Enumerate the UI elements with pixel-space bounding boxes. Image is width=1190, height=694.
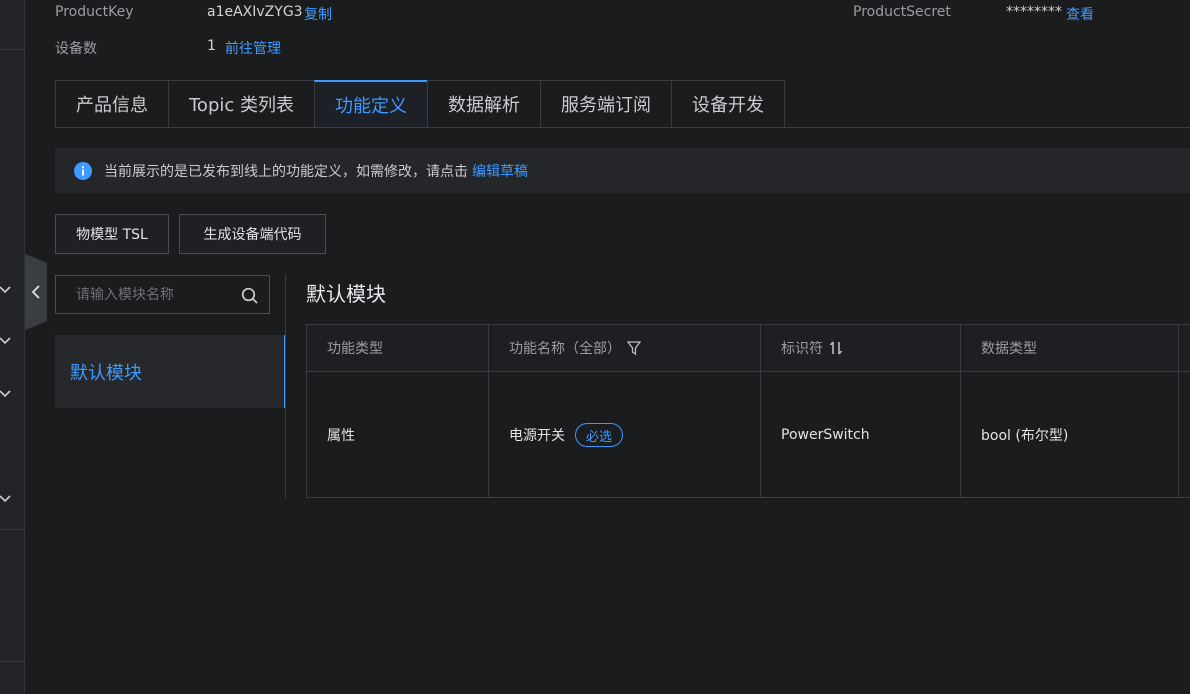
column-divider xyxy=(488,325,489,497)
table-header: 功能类型 功能名称（全部） 标识符 数据类型 xyxy=(307,325,1190,372)
device-count-value: 1 xyxy=(207,38,216,54)
cell-data-type: bool (布尔型) xyxy=(981,428,1069,444)
header-function-type: 功能类型 xyxy=(307,325,489,371)
header-identifier: 标识符 xyxy=(761,325,961,371)
module-title: 默认模块 xyxy=(306,282,386,306)
tab-bar: 产品信息 Topic 类列表 功能定义 数据解析 服务端订阅 设备开发 xyxy=(55,80,785,128)
tab-underline xyxy=(767,127,1190,128)
tab-function-definition[interactable]: 功能定义 xyxy=(314,80,428,128)
product-secret-label: ProductSecret xyxy=(853,4,951,20)
column-divider xyxy=(1178,325,1179,497)
tab-topic-list[interactable]: Topic 类列表 xyxy=(168,80,315,128)
table-row[interactable]: 属性 电源开关 必选 PowerSwitch bool (布尔型) xyxy=(307,372,1190,498)
view-secret-link[interactable]: 查看 xyxy=(1066,4,1094,24)
header-label: 数据类型 xyxy=(981,341,1037,357)
header-label: 功能名称（全部） xyxy=(509,341,621,357)
function-table: 功能类型 功能名称（全部） 标识符 数据类型 属性 电源开关 必选 PowerS… xyxy=(306,324,1190,498)
product-secret-value: ******** xyxy=(1006,4,1062,20)
product-key-value: a1eAXIvZYG3 xyxy=(207,4,303,20)
module-search-box xyxy=(55,275,270,314)
header-label: 功能类型 xyxy=(327,341,383,357)
panel-divider xyxy=(285,274,286,498)
tab-device-development[interactable]: 设备开发 xyxy=(671,80,785,128)
copy-link[interactable]: 复制 xyxy=(304,4,332,24)
header-data-type: 数据类型 xyxy=(961,325,1179,371)
cell-function-name: 电源开关 必选 xyxy=(489,372,761,498)
sidebar-collapse-handle[interactable] xyxy=(25,254,47,330)
product-key-label: ProductKey xyxy=(55,4,134,20)
chevron-left-icon xyxy=(31,285,41,299)
tab-data-parsing[interactable]: 数据解析 xyxy=(427,80,541,128)
module-list-item-default[interactable]: 默认模块 xyxy=(55,335,286,408)
sort-icon[interactable] xyxy=(829,341,845,355)
filter-icon[interactable] xyxy=(627,340,641,356)
cell-function-type: 属性 xyxy=(327,428,355,444)
header-label: 标识符 xyxy=(781,341,823,357)
notice-text: 当前展示的是已发布到线上的功能定义，如需修改，请点击 xyxy=(104,163,468,180)
chevron-down-icon[interactable] xyxy=(0,283,14,297)
required-badge: 必选 xyxy=(575,423,624,447)
info-notice: 当前展示的是已发布到线上的功能定义，如需修改，请点击 编辑草稿 xyxy=(55,148,1190,193)
info-icon xyxy=(74,161,92,180)
manage-devices-link[interactable]: 前往管理 xyxy=(225,38,281,58)
tsl-model-button[interactable]: 物模型 TSL xyxy=(55,214,169,254)
edit-draft-link[interactable]: 编辑草稿 xyxy=(472,161,528,181)
cell-identifier: PowerSwitch xyxy=(781,427,870,443)
tab-product-info[interactable]: 产品信息 xyxy=(55,80,169,128)
column-divider xyxy=(760,325,761,497)
search-icon[interactable] xyxy=(241,287,259,305)
sidebar-divider xyxy=(0,529,25,530)
generate-device-code-button[interactable]: 生成设备端代码 xyxy=(179,214,326,254)
chevron-down-icon[interactable] xyxy=(0,387,14,401)
column-divider xyxy=(960,325,961,497)
chevron-down-icon[interactable] xyxy=(0,334,14,348)
tab-server-subscription[interactable]: 服务端订阅 xyxy=(540,80,672,128)
module-search-input[interactable] xyxy=(56,276,241,313)
sidebar-divider xyxy=(0,49,25,50)
device-count-label: 设备数 xyxy=(55,41,97,57)
chevron-down-icon[interactable] xyxy=(0,492,14,506)
sidebar-collapsed xyxy=(0,0,25,694)
header-function-name: 功能名称（全部） xyxy=(489,325,761,371)
sidebar-divider xyxy=(0,661,25,662)
function-name-text: 电源开关 xyxy=(509,428,565,444)
